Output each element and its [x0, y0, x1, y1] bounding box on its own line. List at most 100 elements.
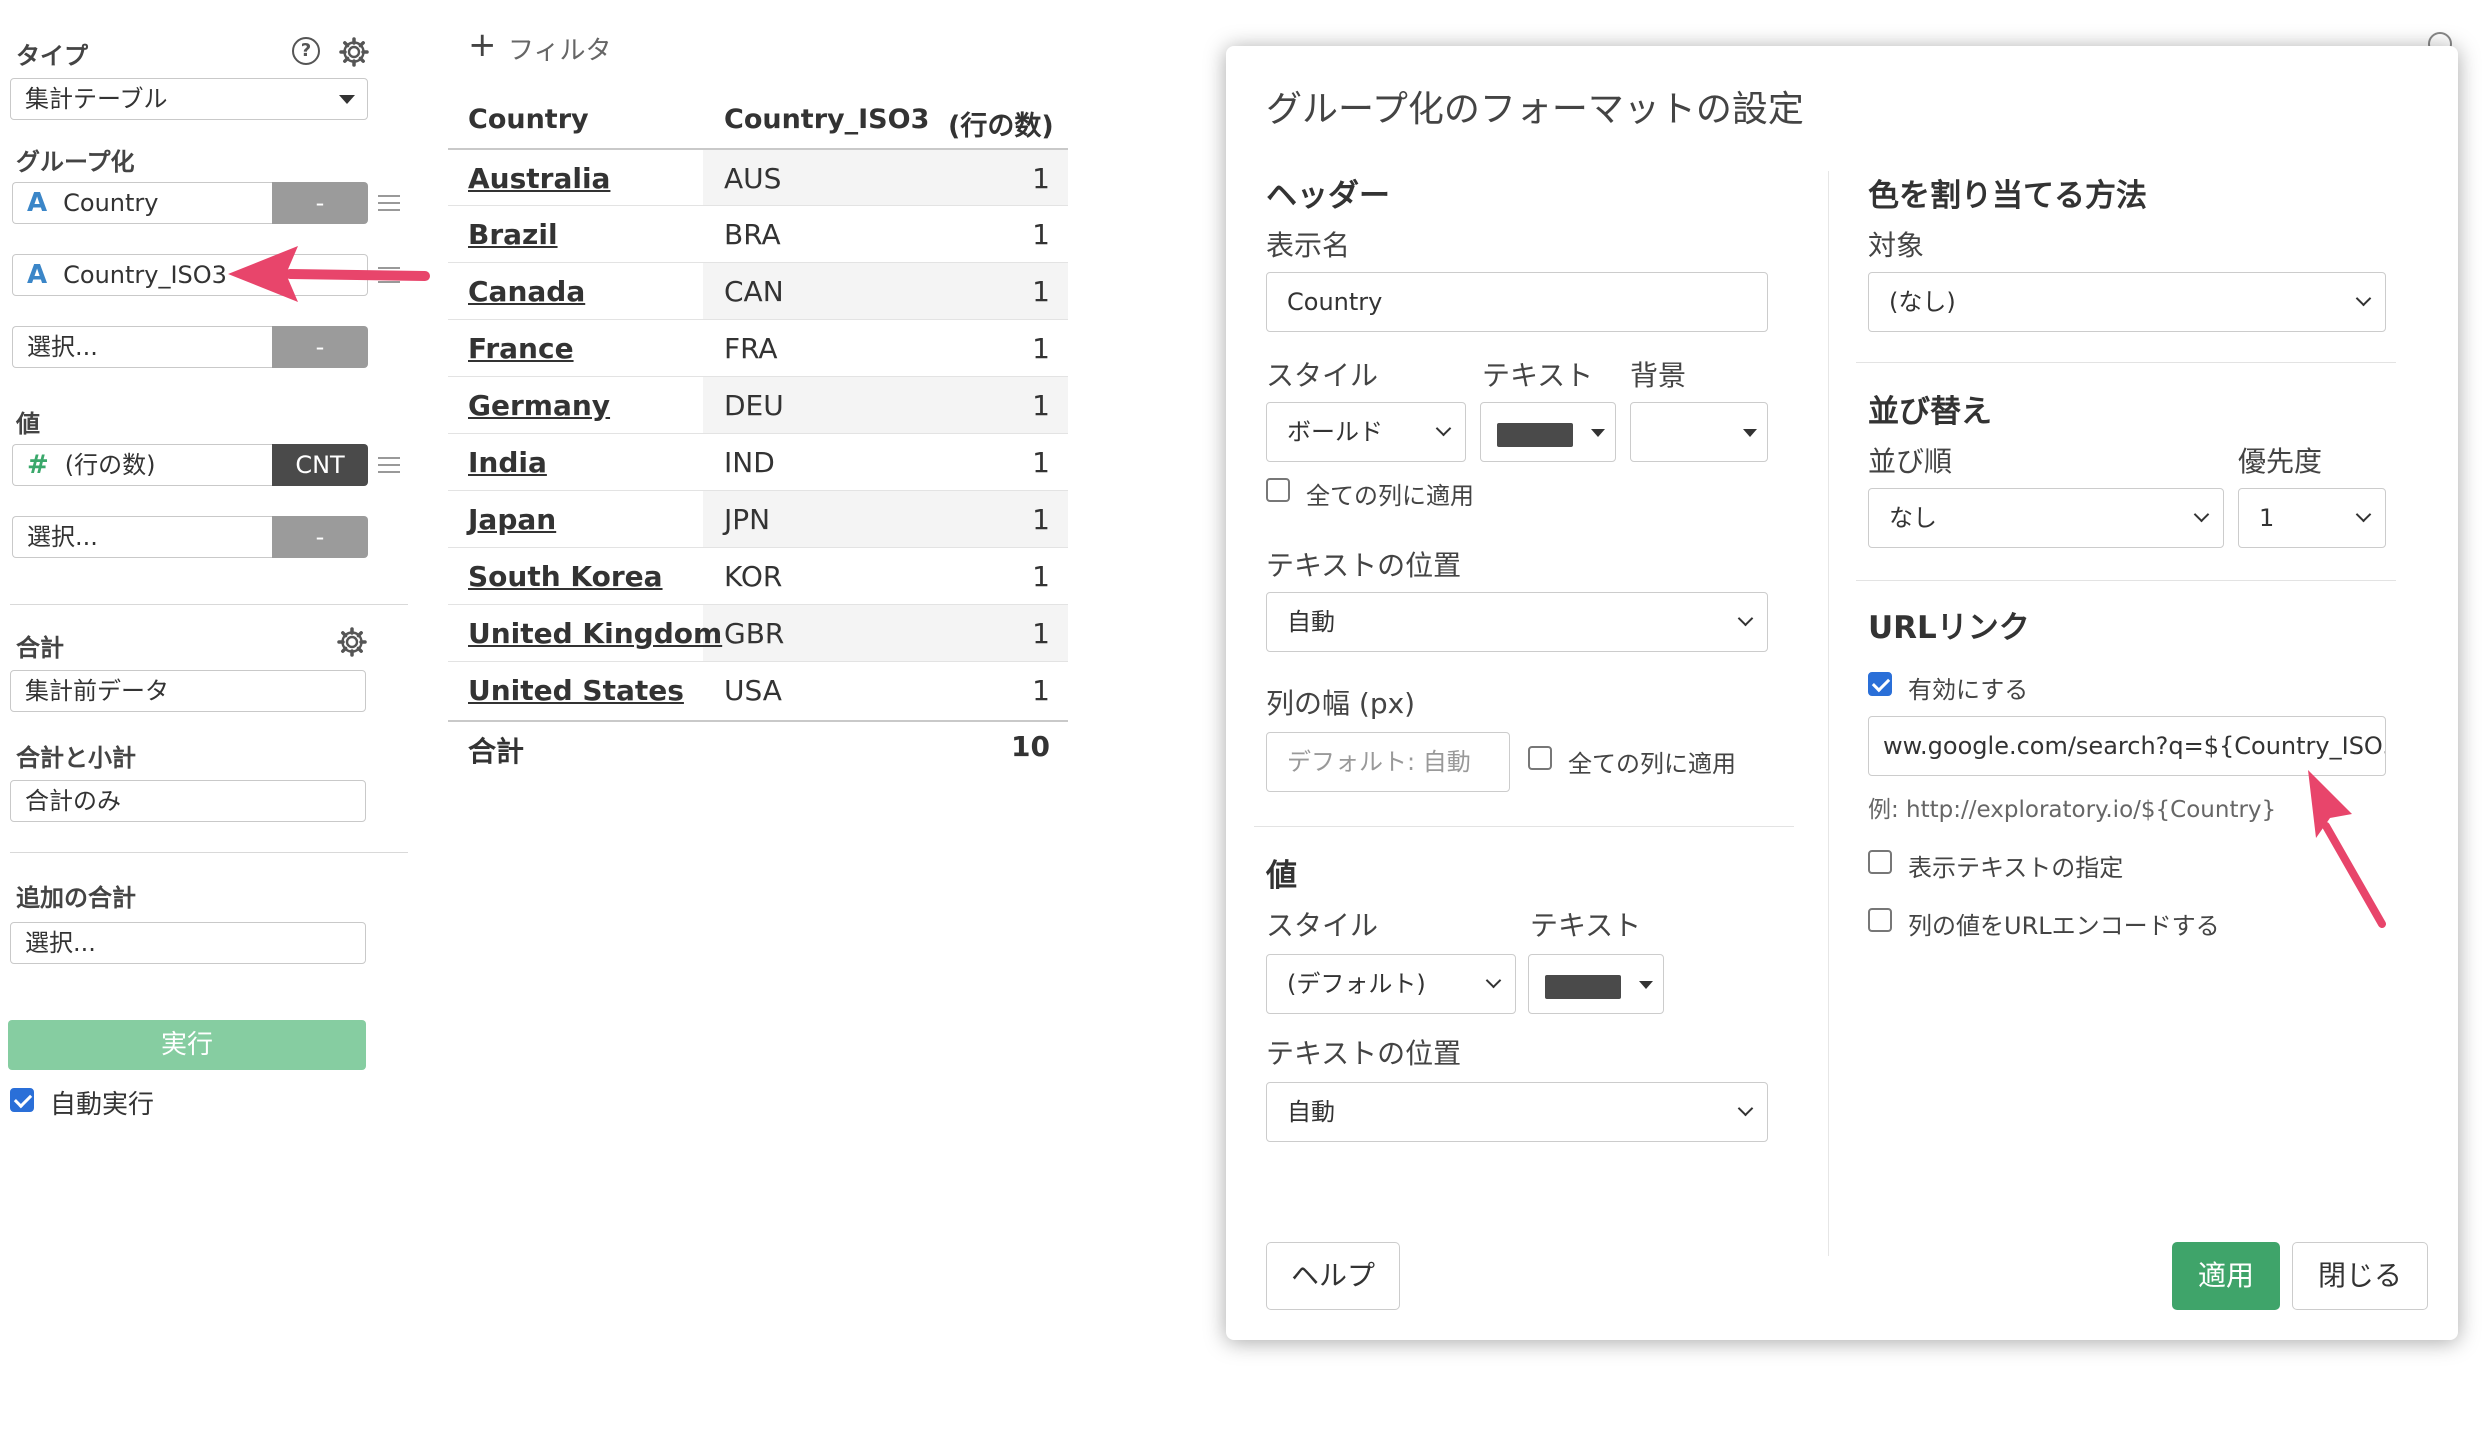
header-text-pos-select[interactable]: 自動 — [1266, 592, 1768, 652]
chevron-down-icon — [2193, 506, 2210, 523]
count-cell: 1 — [1032, 446, 1050, 479]
caret-down-icon — [339, 95, 355, 104]
total-label: 合計 — [16, 634, 64, 662]
gear-icon[interactable] — [336, 626, 368, 658]
column-divider — [1828, 171, 1829, 1256]
country-link[interactable]: India — [468, 434, 547, 491]
divider — [10, 852, 408, 853]
table-row: Canada CAN 1 — [448, 262, 1068, 319]
group-field-name-box[interactable]: A Country — [12, 182, 272, 224]
url-encode-checkbox[interactable] — [1868, 908, 1892, 932]
header-apply-all-checkbox[interactable] — [1266, 478, 1290, 502]
value-text-color-picker[interactable] — [1528, 954, 1664, 1014]
aggregate-function-button[interactable]: CNT — [272, 444, 368, 486]
iso-cell: FRA — [724, 332, 778, 365]
group-field-country[interactable]: A Country - — [12, 182, 368, 224]
close-button[interactable]: 閉じる — [2292, 1242, 2428, 1310]
auto-run-checkbox[interactable] — [10, 1088, 34, 1112]
divider — [1856, 362, 2396, 363]
color-target-select[interactable]: (なし) — [1868, 272, 2386, 332]
divider — [1856, 580, 2396, 581]
country-link[interactable]: South Korea — [468, 548, 663, 605]
drag-handle-icon[interactable] — [378, 457, 400, 473]
annotation-arrow-icon — [228, 246, 430, 302]
display-text-label: 表示テキストの指定 — [1908, 854, 2124, 882]
group-field-name: Country_ISO3 — [63, 261, 227, 289]
group-field-name: Country — [63, 189, 159, 217]
run-button[interactable]: 実行 — [8, 1020, 366, 1070]
country-link[interactable]: Japan — [468, 491, 556, 548]
iso-cell: CAN — [724, 275, 784, 308]
sort-order-select[interactable]: なし — [1868, 488, 2224, 548]
text-type-icon: A — [27, 260, 48, 290]
help-icon[interactable]: ? — [292, 37, 320, 65]
caret-down-icon — [1743, 429, 1757, 437]
iso-cell: GBR — [724, 617, 785, 650]
url-example-hint: 例: http://exploratory.io/${Country} — [1868, 797, 2277, 823]
col-width-apply-all-label: 全ての列に適用 — [1568, 750, 1736, 778]
remove-field-button[interactable]: - — [272, 516, 368, 558]
auto-run-label: 自動実行 — [50, 1090, 155, 1120]
drag-handle-icon[interactable] — [378, 195, 400, 211]
apply-button[interactable]: 適用 — [2172, 1242, 2280, 1310]
country-link[interactable]: United Kingdom — [468, 605, 722, 662]
table-row: India IND 1 — [448, 433, 1068, 490]
country-link[interactable]: United States — [468, 662, 684, 719]
group-select-placeholder: 選択... — [27, 333, 98, 361]
count-cell: 1 — [1032, 218, 1050, 251]
value-text-pos-select[interactable]: 自動 — [1266, 1082, 1768, 1142]
iso-cell: AUS — [724, 162, 782, 195]
group-select-box[interactable]: 選択... — [12, 326, 272, 368]
type-select[interactable]: 集計テーブル — [10, 78, 368, 120]
sort-section-title: 並び替え — [1868, 394, 1992, 430]
total-input[interactable]: 集計前データ — [10, 670, 366, 712]
value-style-select[interactable]: (デフォルト) — [1266, 954, 1516, 1014]
value-field-select[interactable]: 選択... - — [12, 516, 368, 558]
url-enable-checkbox[interactable] — [1868, 672, 1892, 696]
header-style-select[interactable]: ボールド — [1266, 402, 1466, 462]
country-link[interactable]: Germany — [468, 377, 610, 434]
value-field-name: (行の数) — [64, 451, 156, 479]
group-field-select[interactable]: 選択... - — [12, 326, 368, 368]
table-row: United Kingdom GBR 1 — [448, 604, 1068, 661]
chevron-down-icon — [2355, 506, 2372, 523]
color-section-title: 色を割り当てる方法 — [1868, 178, 2147, 214]
value-field-row-count[interactable]: # (行の数) CNT — [12, 444, 368, 486]
extra-total-label: 追加の合計 — [16, 884, 136, 912]
subtotal-input[interactable]: 合計のみ — [10, 780, 366, 822]
sort-priority-label: 優先度 — [2238, 445, 2323, 478]
count-cell: 1 — [1032, 389, 1050, 422]
value-select-box[interactable]: 選択... — [12, 516, 272, 558]
count-cell: 1 — [1032, 332, 1050, 365]
remove-field-button[interactable]: - — [272, 326, 368, 368]
column-header-country[interactable]: Country — [468, 104, 589, 135]
country-link[interactable]: Canada — [468, 263, 585, 320]
column-header-count[interactable]: (行の数) — [948, 104, 1054, 143]
table-total-value: 10 — [1011, 730, 1050, 763]
help-button[interactable]: ヘルプ — [1266, 1242, 1400, 1310]
value-text-color-label: テキスト — [1530, 909, 1642, 942]
value-label: 値 — [16, 410, 40, 438]
gear-icon[interactable] — [338, 36, 370, 68]
header-bg-color-picker[interactable] — [1630, 402, 1768, 462]
value-text-pos-label: テキストの位置 — [1266, 1037, 1462, 1070]
plus-icon: + — [468, 25, 497, 65]
col-width-input[interactable]: デフォルト: 自動 — [1266, 732, 1510, 792]
display-text-checkbox[interactable] — [1868, 850, 1892, 874]
caret-down-icon — [1639, 981, 1653, 989]
country-link[interactable]: Australia — [468, 150, 610, 207]
col-width-apply-all-checkbox[interactable] — [1528, 746, 1552, 770]
subtotal-label: 合計と小計 — [16, 744, 136, 772]
color-swatch — [1545, 975, 1621, 999]
extra-total-input[interactable]: 選択... — [10, 922, 366, 964]
sort-order-label: 並び順 — [1868, 445, 1953, 478]
value-field-name-box[interactable]: # (行の数) — [12, 444, 272, 486]
remove-field-button[interactable]: - — [272, 182, 368, 224]
country-link[interactable]: Brazil — [468, 206, 558, 263]
display-name-input[interactable]: Country — [1266, 272, 1768, 332]
table-row: United States USA 1 — [448, 661, 1068, 718]
header-text-color-picker[interactable] — [1480, 402, 1616, 462]
column-header-iso3[interactable]: Country_ISO3 — [724, 104, 929, 135]
country-link[interactable]: France — [468, 320, 574, 377]
sort-priority-select[interactable]: 1 — [2238, 488, 2386, 548]
